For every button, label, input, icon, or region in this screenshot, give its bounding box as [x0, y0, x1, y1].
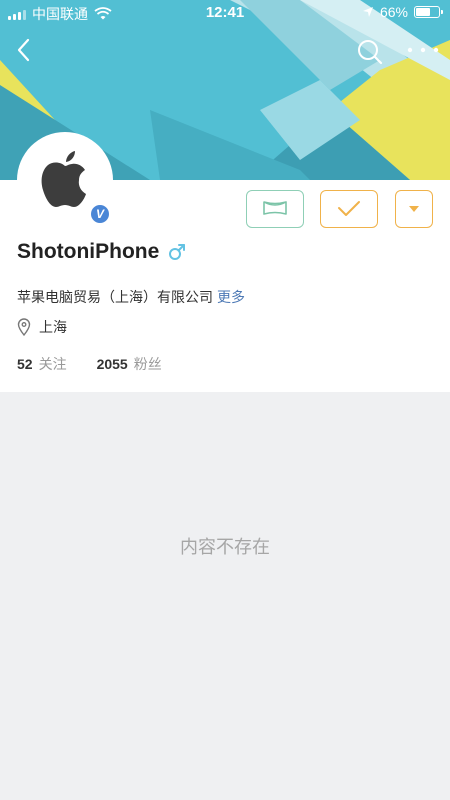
message-button[interactable]	[246, 190, 304, 228]
profile-name-row: ShotoniPhone	[17, 240, 187, 264]
followers-count: 2055	[96, 356, 128, 372]
location-arrow-icon	[362, 7, 373, 17]
profile-description: 苹果电脑贸易（上海）有限公司 更多	[17, 287, 245, 307]
more-link[interactable]: 更多	[217, 289, 245, 305]
battery-level-fill	[416, 8, 430, 16]
chevron-left-icon[interactable]	[12, 36, 36, 64]
status-right: 66%	[362, 4, 443, 20]
battery-icon	[414, 6, 443, 18]
profile-name: ShotoniPhone	[17, 240, 160, 263]
location-pin-icon	[17, 318, 31, 336]
location-label: 上海	[39, 319, 67, 335]
more-dots-icon[interactable]	[406, 42, 440, 58]
following-stat[interactable]: 52 关注	[17, 354, 67, 374]
status-bar: 中国联通 12:41 66%	[0, 0, 450, 26]
battery-percent: 66%	[379, 4, 408, 20]
more-options-dropdown-button[interactable]	[395, 190, 433, 228]
company-name: 苹果电脑贸易（上海）有限公司	[17, 289, 213, 305]
checkmark-icon	[338, 201, 360, 216]
following-count: 52	[17, 356, 33, 372]
empty-content-message: 内容不存在	[180, 537, 270, 557]
followers-stat[interactable]: 2055 粉丝	[97, 354, 162, 374]
follow-button[interactable]	[320, 190, 378, 228]
profile-location: 上海	[17, 317, 67, 337]
following-label: 关注	[38, 356, 67, 372]
male-gender-icon	[169, 244, 186, 260]
search-icon[interactable]	[356, 38, 384, 66]
verified-badge-icon: V	[89, 203, 111, 225]
followers-label: 粉丝	[133, 356, 162, 372]
caret-down-icon	[409, 206, 419, 212]
message-icon	[263, 201, 287, 215]
profile-stats: 52 关注 2055 粉丝	[17, 354, 162, 374]
